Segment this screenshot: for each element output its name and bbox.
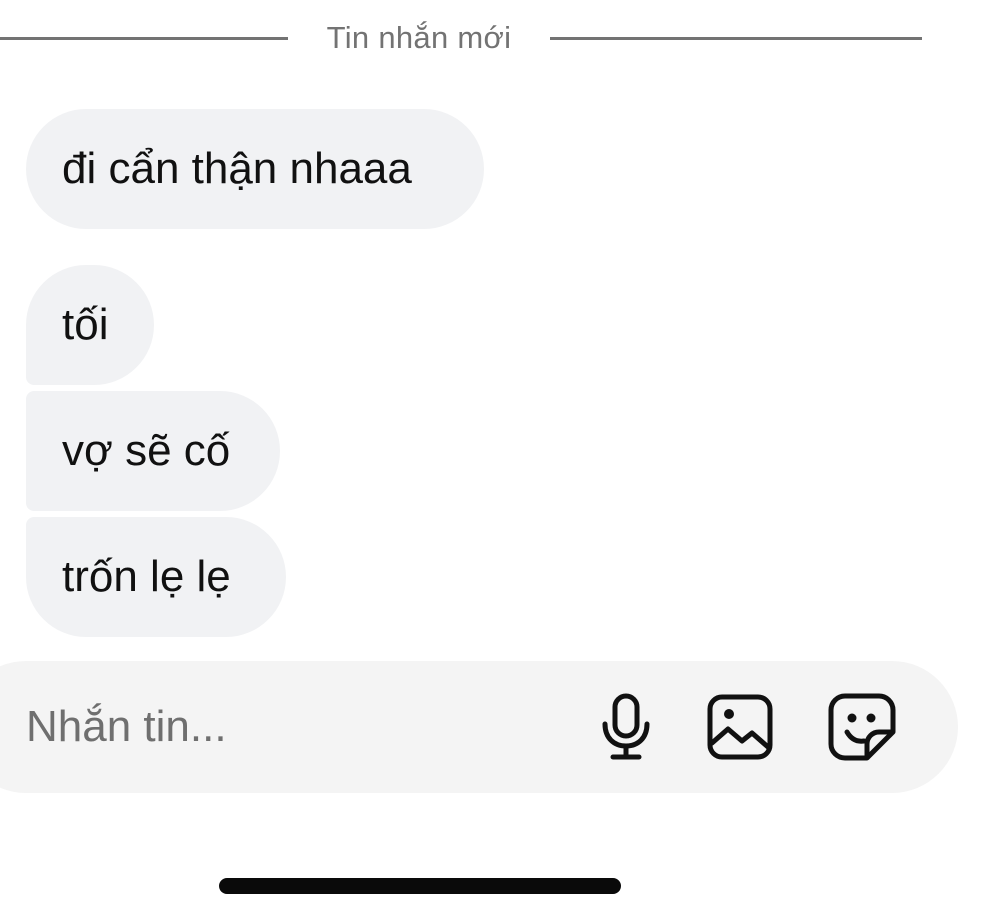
new-messages-label: Tin nhắn mới (326, 20, 512, 55)
message-text: đi cẩn thận nhaaa (62, 144, 412, 193)
microphone-icon (602, 693, 650, 760)
message-input[interactable] (26, 695, 546, 759)
chat-screen: Tin nhắn mới đi cẩn thận nhaaa tối vợ sẽ… (0, 0, 982, 919)
new-messages-divider: Tin nhắn mới (0, 18, 922, 58)
voice-message-button[interactable] (588, 689, 664, 765)
message-composer (0, 661, 958, 793)
message-text: tối (62, 300, 109, 349)
image-icon (707, 694, 773, 760)
message-bubble[interactable]: vợ sẽ cố (26, 391, 280, 511)
message-bubble[interactable]: đi cẩn thận nhaaa (26, 109, 484, 229)
message-bubble[interactable]: trốn lẹ lẹ (26, 517, 286, 637)
divider-line-right (550, 36, 922, 40)
message-bubble[interactable]: tối (26, 265, 154, 385)
divider-line-left (0, 36, 288, 40)
home-indicator[interactable] (219, 878, 621, 894)
sticker-icon (828, 693, 896, 761)
message-text: vợ sẽ cố (62, 426, 231, 475)
sticker-button[interactable] (824, 689, 900, 765)
message-text: trốn lẹ lẹ (62, 552, 231, 601)
photo-button[interactable] (702, 689, 778, 765)
